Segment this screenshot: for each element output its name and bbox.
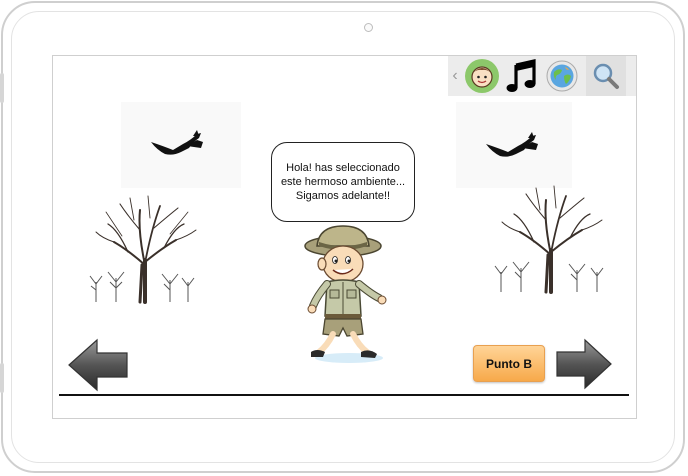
world-map-icon [546, 60, 578, 92]
punto-b-button[interactable]: Punto B [473, 345, 545, 382]
bird-icon [486, 132, 538, 157]
bird-image-left [121, 102, 241, 188]
speech-line: Sigamos adelante!! [295, 190, 391, 202]
world-map-button[interactable] [542, 56, 582, 96]
tablet-side-button [0, 73, 4, 103]
speech-bubble: Hola! has seleccionado este hermoso ambi… [271, 142, 415, 222]
bare-trees-left [89, 195, 197, 304]
ground-line [59, 394, 629, 396]
app-screen: ‹ Hola! has seleccionado este hermoso am… [52, 55, 637, 419]
bird-image-right [456, 102, 572, 188]
music-button[interactable] [502, 56, 542, 96]
chevron-left-icon[interactable]: ‹ [448, 56, 462, 96]
music-note-icon [506, 59, 536, 92]
top-toolbar: ‹ [448, 56, 636, 96]
arrow-right-button[interactable] [555, 338, 613, 390]
arrow-left-button[interactable] [67, 338, 129, 392]
explorer-character [304, 225, 387, 363]
zoom-button[interactable] [586, 56, 626, 96]
character-face-icon [465, 59, 499, 93]
bare-trees-right [494, 185, 604, 294]
bird-icon [151, 130, 203, 155]
character-button[interactable] [462, 56, 502, 96]
magnifier-icon [593, 63, 619, 89]
tablet-side-button [0, 363, 4, 393]
camera-icon [364, 23, 373, 32]
speech-line: este hermoso ambiente... [280, 176, 406, 188]
speech-line: Hola! has seleccionado [286, 162, 400, 174]
